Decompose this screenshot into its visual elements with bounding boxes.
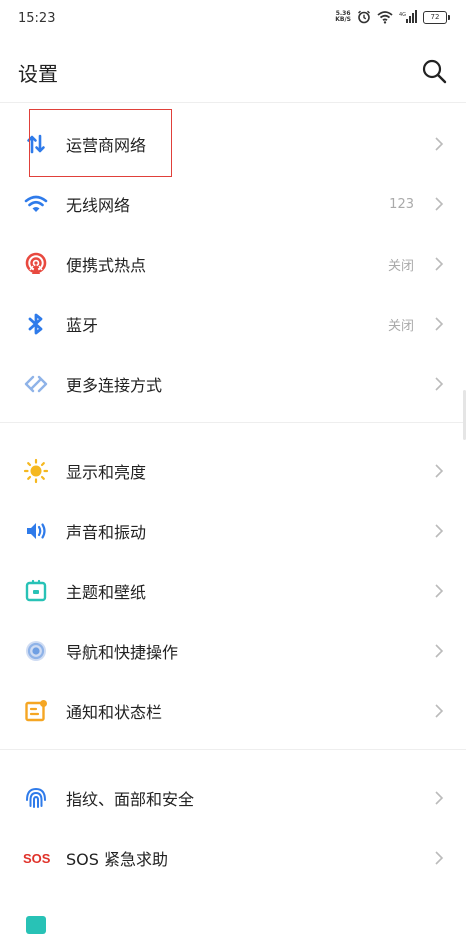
svg-text:4G: 4G: [399, 12, 406, 18]
settings-item-value: 关闭: [387, 258, 414, 274]
settings-item-label: 主题和壁纸: [66, 583, 147, 602]
partial-item-icon: [22, 910, 50, 938]
navigation-icon: [22, 637, 50, 665]
chevron-right-icon: [435, 584, 444, 598]
signal-icon: 4G: [399, 10, 417, 23]
chevron-right-icon: [435, 464, 444, 478]
group-divider: [0, 422, 466, 423]
network-speed: 5.36 KB/S: [335, 11, 351, 23]
settings-item-sos[interactable]: SOS SOS 紧急求助: [0, 828, 466, 888]
status-icons: 5.36 KB/S 4G 72: [335, 10, 450, 24]
chevron-right-icon: [435, 257, 444, 271]
settings-item-label: 更多连接方式: [66, 376, 163, 395]
chevron-right-icon: [435, 704, 444, 718]
bluetooth-icon: [22, 310, 50, 338]
settings-item-sound-vibration[interactable]: 声音和振动: [0, 501, 466, 561]
settings-item-label: 导航和快捷操作: [66, 643, 179, 662]
settings-item-label: 声音和振动: [66, 523, 147, 542]
theme-icon: [22, 577, 50, 605]
notification-icon: [22, 697, 50, 725]
chevron-right-icon: [435, 137, 444, 151]
status-time: 15:23: [18, 11, 56, 26]
settings-item-label: 蓝牙: [66, 316, 99, 335]
settings-item-wifi[interactable]: 无线网络 123: [0, 174, 466, 234]
battery-level: 72: [423, 10, 447, 24]
svg-text:SOS: SOS: [23, 851, 50, 866]
settings-item-label: 指纹、面部和安全: [66, 790, 195, 809]
network-speed-unit: KB/S: [335, 16, 351, 23]
wifi-status-icon: [377, 11, 393, 24]
search-icon[interactable]: [420, 57, 448, 85]
chevron-right-icon: [435, 791, 444, 805]
settings-item-label: 便携式热点: [66, 256, 147, 275]
header: 设置: [0, 40, 466, 103]
chevron-right-icon: [435, 524, 444, 538]
settings-item-display-brightness[interactable]: 显示和亮度: [0, 441, 466, 501]
sos-icon: SOS: [22, 844, 50, 872]
settings-item-value: 关闭: [387, 318, 414, 334]
chevron-right-icon: [435, 851, 444, 865]
settings-item-value: 123: [389, 196, 414, 212]
wifi-icon: [22, 190, 50, 218]
status-bar: 15:23 5.36 KB/S 4G 72: [0, 0, 466, 40]
chevron-right-icon: [435, 317, 444, 331]
settings-item-notification-statusbar[interactable]: 通知和状态栏: [0, 681, 466, 741]
settings-item-label: SOS 紧急求助: [66, 850, 168, 869]
settings-item-label: 显示和亮度: [66, 463, 147, 482]
settings-item-more-connections[interactable]: 更多连接方式: [0, 354, 466, 414]
settings-list: 运营商网络 无线网络 123 便携式热点 关闭 蓝牙 关闭 更多连接方式 显示和…: [0, 114, 466, 934]
settings-item-fingerprint-security[interactable]: 指纹、面部和安全: [0, 768, 466, 828]
fingerprint-icon: [22, 784, 50, 812]
chevron-right-icon: [435, 377, 444, 391]
chevron-right-icon: [435, 197, 444, 211]
battery-icon: 72: [423, 10, 450, 24]
settings-item-label: 通知和状态栏: [66, 703, 163, 722]
settings-item-hotspot[interactable]: 便携式热点 关闭: [0, 234, 466, 294]
brightness-icon: [22, 457, 50, 485]
sound-icon: [22, 517, 50, 545]
more-connections-icon: [22, 370, 50, 398]
settings-item-label: 无线网络: [66, 196, 131, 215]
alarm-icon: [358, 10, 370, 24]
highlight-box: [29, 109, 172, 177]
chevron-right-icon: [435, 644, 444, 658]
settings-item-partial[interactable]: [0, 888, 466, 934]
settings-item-theme-wallpaper[interactable]: 主题和壁纸: [0, 561, 466, 621]
group-divider: [0, 749, 466, 750]
settings-item-navigation-shortcuts[interactable]: 导航和快捷操作: [0, 621, 466, 681]
page-title: 设置: [18, 62, 58, 86]
settings-item-bluetooth[interactable]: 蓝牙 关闭: [0, 294, 466, 354]
hotspot-icon: [22, 250, 50, 278]
